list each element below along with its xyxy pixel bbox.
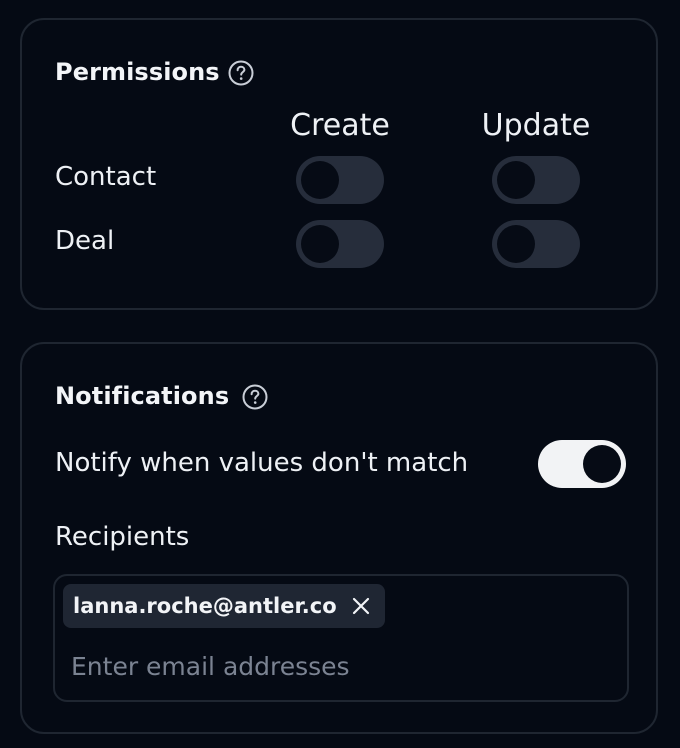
mismatch-notification-toggle[interactable]: [538, 440, 626, 488]
toggle-knob: [301, 161, 339, 199]
notifications-title: Notifications: [55, 382, 230, 410]
email-input[interactable]: [71, 646, 611, 686]
row-label-contact: Contact: [55, 162, 157, 192]
column-header-update: Update: [481, 108, 591, 143]
recipient-chip: lanna.roche@antler.co: [63, 584, 385, 628]
contact-update-toggle[interactable]: [492, 156, 580, 204]
notifications-card: Notifications Notify when values don't m…: [20, 342, 658, 734]
permissions-title: Permissions: [55, 58, 220, 86]
toggle-knob: [497, 225, 535, 263]
deal-create-toggle[interactable]: [296, 220, 384, 268]
contact-create-toggle[interactable]: [296, 156, 384, 204]
column-header-create: Create: [290, 108, 390, 143]
recipients-label: Recipients: [55, 522, 190, 552]
recipient-email: lanna.roche@antler.co: [73, 594, 337, 618]
toggle-knob: [301, 225, 339, 263]
toggle-knob: [497, 161, 535, 199]
permissions-card: Permissions Create Update Contact Deal: [20, 18, 658, 310]
toggle-knob: [583, 445, 621, 483]
deal-update-toggle[interactable]: [492, 220, 580, 268]
recipients-email-field[interactable]: lanna.roche@antler.co: [53, 574, 629, 702]
row-label-deal: Deal: [55, 226, 115, 256]
mismatch-notification-label: Notify when values don't match: [55, 448, 469, 478]
question-circle-icon[interactable]: [228, 60, 254, 86]
question-circle-icon[interactable]: [242, 384, 268, 410]
close-icon[interactable]: [351, 596, 371, 616]
